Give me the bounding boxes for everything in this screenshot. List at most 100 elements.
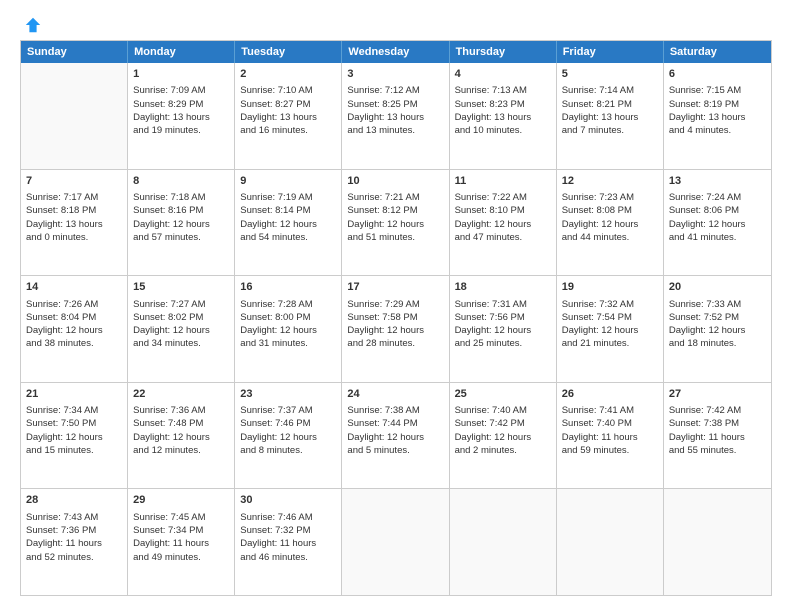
cell-line-0: Sunrise: 7:19 AM	[240, 191, 336, 204]
cell-line-2: Daylight: 12 hours	[240, 431, 336, 444]
cal-cell-4-7: 27Sunrise: 7:42 AMSunset: 7:38 PMDayligh…	[664, 383, 771, 489]
day-number: 29	[133, 493, 229, 508]
cell-line-1: Sunset: 8:23 PM	[455, 98, 551, 111]
cell-line-3: and 57 minutes.	[133, 231, 229, 244]
cell-line-3: and 31 minutes.	[240, 337, 336, 350]
cell-line-2: Daylight: 12 hours	[240, 324, 336, 337]
cal-cell-3-3: 16Sunrise: 7:28 AMSunset: 8:00 PMDayligh…	[235, 276, 342, 382]
calendar-week-2: 7Sunrise: 7:17 AMSunset: 8:18 PMDaylight…	[21, 170, 771, 277]
cell-line-3: and 51 minutes.	[347, 231, 443, 244]
cal-cell-3-7: 20 Sunrise: 7:33 AMSunset: 7:52 PMDayligh…	[664, 276, 771, 382]
cell-line-1: Sunset: 7:58 PM	[347, 311, 443, 324]
cell-line-1: Sunset: 7:56 PM	[455, 311, 551, 324]
day-number: 16	[240, 280, 336, 295]
day-number: 25	[455, 387, 551, 402]
cell-line-1: Sunset: 7:42 PM	[455, 417, 551, 430]
cell-line-2: Daylight: 12 hours	[347, 324, 443, 337]
cell-line-1: Sunset: 8:21 PM	[562, 98, 658, 111]
cal-cell-4-5: 25Sunrise: 7:40 AMSunset: 7:42 PMDayligh…	[450, 383, 557, 489]
day-number: 27	[669, 387, 766, 402]
cell-line-0: Sunrise: 7:17 AM	[26, 191, 122, 204]
cell-line-0: Sunrise: 7:45 AM	[133, 511, 229, 524]
cell-line-3: and 7 minutes.	[562, 124, 658, 137]
cell-line-1: Sunset: 8:04 PM	[26, 311, 122, 324]
day-number: 9	[240, 174, 336, 189]
day-number: 17	[347, 280, 443, 295]
cell-line-0: Sunrise: 7:22 AM	[455, 191, 551, 204]
cal-cell-3-2: 15Sunrise: 7:27 AMSunset: 8:02 PMDayligh…	[128, 276, 235, 382]
cell-line-1: Sunset: 7:32 PM	[240, 524, 336, 537]
calendar-week-4: 21Sunrise: 7:34 AMSunset: 7:50 PMDayligh…	[21, 383, 771, 490]
cell-line-0: Sunrise: 7:14 AM	[562, 84, 658, 97]
cell-line-2: Daylight: 12 hours	[562, 218, 658, 231]
day-number: 22	[133, 387, 229, 402]
cell-line-3: and 5 minutes.	[347, 444, 443, 457]
cell-line-3: and 21 minutes.	[562, 337, 658, 350]
day-number: 12	[562, 174, 658, 189]
cell-line-0: Sunrise: 7:32 AM	[562, 298, 658, 311]
page: SundayMondayTuesdayWednesdayThursdayFrid…	[0, 0, 792, 612]
cal-cell-1-6: 5 Sunrise: 7:14 AMSunset: 8:21 PMDaylight…	[557, 63, 664, 169]
day-number: 5	[562, 67, 658, 82]
day-number: 19	[562, 280, 658, 295]
cal-cell-5-5	[450, 489, 557, 595]
cell-line-2: Daylight: 11 hours	[562, 431, 658, 444]
cell-line-2: Daylight: 13 hours	[455, 111, 551, 124]
cell-line-0: Sunrise: 7:37 AM	[240, 404, 336, 417]
day-number: 2	[240, 67, 336, 82]
cell-line-2: Daylight: 11 hours	[26, 537, 122, 550]
day-number: 3	[347, 67, 443, 82]
cell-line-0: Sunrise: 7:33 AM	[669, 298, 766, 311]
cal-cell-2-2: 8Sunrise: 7:18 AMSunset: 8:16 PMDaylight…	[128, 170, 235, 276]
cal-cell-1-4: 3Sunrise: 7:12 AMSunset: 8:25 PMDaylight…	[342, 63, 449, 169]
cell-line-1: Sunset: 7:38 PM	[669, 417, 766, 430]
cell-line-0: Sunrise: 7:41 AM	[562, 404, 658, 417]
cell-line-2: Daylight: 12 hours	[669, 218, 766, 231]
cell-line-3: and 52 minutes.	[26, 551, 122, 564]
cell-line-0: Sunrise: 7:23 AM	[562, 191, 658, 204]
cell-line-3: and 18 minutes.	[669, 337, 766, 350]
day-number: 7	[26, 174, 122, 189]
cell-line-1: Sunset: 7:36 PM	[26, 524, 122, 537]
cell-line-1: Sunset: 8:25 PM	[347, 98, 443, 111]
cell-line-0: Sunrise: 7:46 AM	[240, 511, 336, 524]
cal-cell-2-7: 13Sunrise: 7:24 AMSunset: 8:06 PMDayligh…	[664, 170, 771, 276]
day-number: 20	[669, 280, 766, 295]
cell-line-1: Sunset: 8:12 PM	[347, 204, 443, 217]
calendar-week-3: 14Sunrise: 7:26 AMSunset: 8:04 PMDayligh…	[21, 276, 771, 383]
day-number: 10	[347, 174, 443, 189]
day-number: 6	[669, 67, 766, 82]
cell-line-2: Daylight: 12 hours	[455, 218, 551, 231]
cal-cell-5-7	[664, 489, 771, 595]
cell-line-3: and 41 minutes.	[669, 231, 766, 244]
cell-line-0: Sunrise: 7:09 AM	[133, 84, 229, 97]
header-day-monday: Monday	[128, 41, 235, 63]
cell-line-0: Sunrise: 7:36 AM	[133, 404, 229, 417]
cell-line-2: Daylight: 12 hours	[669, 324, 766, 337]
logo	[20, 16, 42, 30]
cell-line-2: Daylight: 12 hours	[347, 431, 443, 444]
cal-cell-3-5: 18Sunrise: 7:31 AMSunset: 7:56 PMDayligh…	[450, 276, 557, 382]
cell-line-1: Sunset: 7:52 PM	[669, 311, 766, 324]
cell-line-0: Sunrise: 7:27 AM	[133, 298, 229, 311]
cell-line-0: Sunrise: 7:28 AM	[240, 298, 336, 311]
cal-cell-2-5: 11Sunrise: 7:22 AMSunset: 8:10 PMDayligh…	[450, 170, 557, 276]
cell-line-2: Daylight: 13 hours	[347, 111, 443, 124]
cell-line-1: Sunset: 8:06 PM	[669, 204, 766, 217]
cell-line-0: Sunrise: 7:43 AM	[26, 511, 122, 524]
cell-line-2: Daylight: 13 hours	[562, 111, 658, 124]
day-number: 23	[240, 387, 336, 402]
cal-cell-2-3: 9Sunrise: 7:19 AMSunset: 8:14 PMDaylight…	[235, 170, 342, 276]
cell-line-3: and 38 minutes.	[26, 337, 122, 350]
cal-cell-4-4: 24Sunrise: 7:38 AMSunset: 7:44 PMDayligh…	[342, 383, 449, 489]
cal-cell-1-1	[21, 63, 128, 169]
day-number: 14	[26, 280, 122, 295]
cal-cell-4-2: 22 Sunrise: 7:36 AMSunset: 7:48 PMDayligh…	[128, 383, 235, 489]
cell-line-0: Sunrise: 7:18 AM	[133, 191, 229, 204]
cell-line-2: Daylight: 12 hours	[133, 431, 229, 444]
cell-line-3: and 0 minutes.	[26, 231, 122, 244]
cell-line-0: Sunrise: 7:42 AM	[669, 404, 766, 417]
cell-line-2: Daylight: 13 hours	[26, 218, 122, 231]
cell-line-1: Sunset: 7:48 PM	[133, 417, 229, 430]
header-day-sunday: Sunday	[21, 41, 128, 63]
